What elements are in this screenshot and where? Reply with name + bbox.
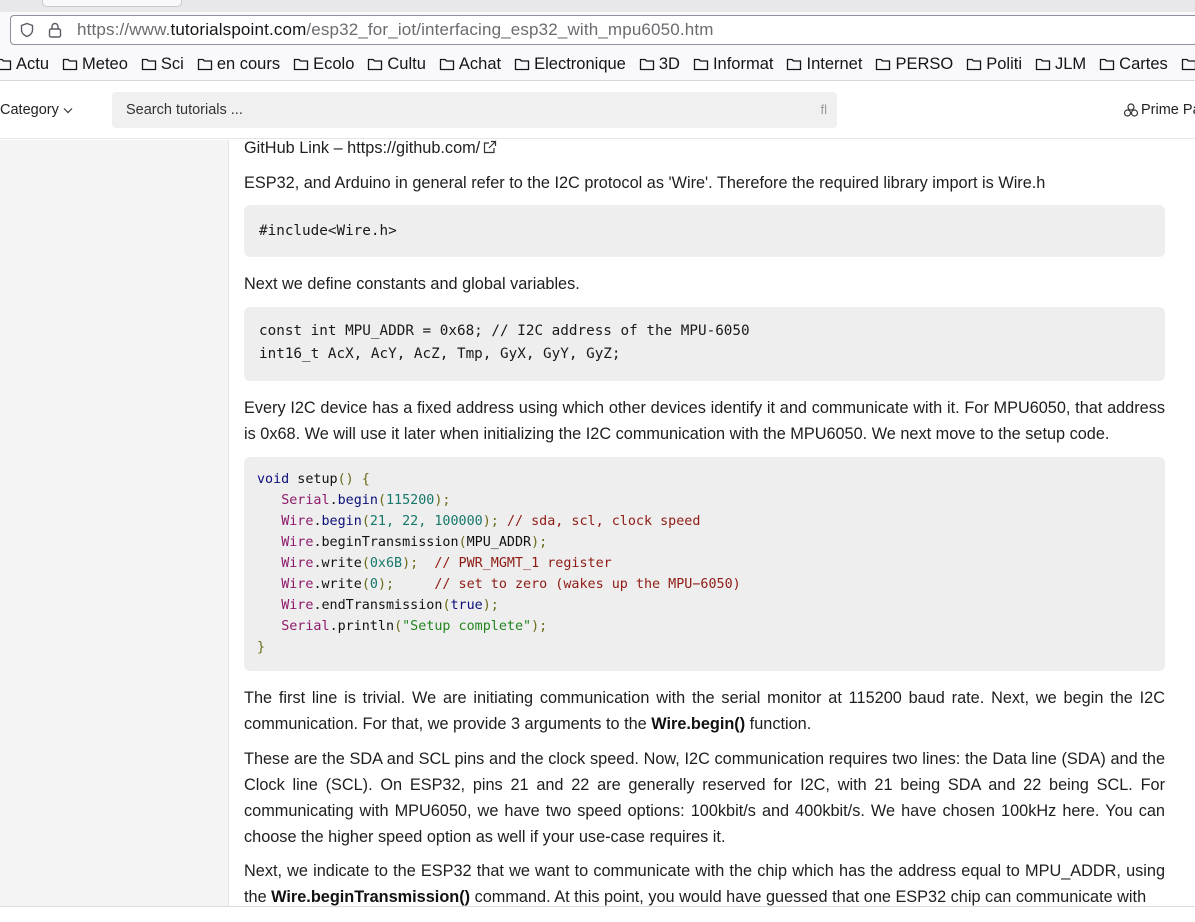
folder-icon xyxy=(141,58,157,71)
constants-code-line-2: int16_t AcX, AcY, AcZ, Tmp, GyX, GyY, Gy… xyxy=(259,346,621,362)
article-content: GitHub Link – https://github.com/ ESP32,… xyxy=(244,140,1165,906)
setup-code-block: void setup() { Serial.begin(115200); Wir… xyxy=(244,457,1165,671)
folder-icon xyxy=(1181,58,1195,71)
constants-code-block: const int MPU_ADDR = 0x68; // I2C addres… xyxy=(244,307,1165,381)
constants-code-line-1: const int MPU_ADDR = 0x68; // I2C addres… xyxy=(259,323,750,339)
category-menu[interactable]: Category xyxy=(0,81,73,139)
bookmark-folder-internet[interactable]: Internet xyxy=(786,55,862,74)
folder-icon xyxy=(967,58,982,71)
prime-pack-icon xyxy=(1123,103,1139,117)
prime-pack-link[interactable]: Prime Pa xyxy=(1123,81,1195,139)
bookmark-folder-meteo[interactable]: Meteo xyxy=(62,55,128,74)
search-input[interactable] xyxy=(126,102,786,118)
folder-icon xyxy=(514,58,530,71)
setup-code-line-2: Serial.begin(115200); xyxy=(281,493,451,508)
browser-tab[interactable] xyxy=(42,0,182,7)
bookmark-label: Politi xyxy=(986,54,1022,73)
bookmark-folder-ecolo[interactable]: Ecolo xyxy=(293,55,354,74)
address-paragraph: Every I2C device has a fixed address usi… xyxy=(244,399,1165,443)
setup-code-line-5: Wire.write(0x6B); // PWR_MGMT_1 register xyxy=(281,556,612,571)
folder-icon xyxy=(0,58,12,71)
github-link[interactable]: https://github.com/ xyxy=(347,140,480,157)
category-label: Category xyxy=(0,102,59,118)
setup-code-line-4: Wire.beginTransmission(MPU_ADDR); xyxy=(281,535,548,550)
sda-scl-paragraph: These are the SDA and SCL pins and the c… xyxy=(244,750,1165,846)
setup-code-line-7: Wire.endTransmission(true); xyxy=(281,598,499,613)
search-box[interactable]: fl xyxy=(112,92,837,128)
begin-transmission-paragraph: Next, we indicate to the ESP32 that we w… xyxy=(244,862,1165,906)
bookmark-folder-perso[interactable]: PERSO xyxy=(875,55,953,74)
bookmark-folder-aero[interactable]: Aero xyxy=(1181,55,1195,74)
folder-icon xyxy=(693,58,709,71)
shield-icon[interactable] xyxy=(19,22,35,38)
setup-code-line-3: Wire.begin(21, 22, 100000); // sda, scl,… xyxy=(281,514,701,529)
github-link-paragraph: GitHub Link – https://github.com/ xyxy=(244,140,1165,161)
page-bottom-edge xyxy=(0,906,1195,922)
setup-code-line-8: Serial.println("Setup complete"); xyxy=(281,619,548,634)
address-bar[interactable]: https://www.tutorialspoint.com/esp32_for… xyxy=(10,15,1195,45)
url-prefix: https://www. xyxy=(77,20,171,39)
folder-icon xyxy=(1100,58,1115,71)
search-shortcut-hint: fl xyxy=(820,102,828,117)
folder-icon xyxy=(787,58,802,71)
external-link-icon[interactable] xyxy=(483,140,497,154)
prime-pack-label: Prime Pa xyxy=(1141,102,1195,118)
bookmark-folder-sci[interactable]: Sci xyxy=(141,55,184,74)
bookmark-label: Cartes xyxy=(1119,54,1168,73)
folder-icon xyxy=(439,58,455,71)
folder-icon xyxy=(639,58,655,71)
folder-icon xyxy=(1035,58,1051,71)
bookmark-folder-cultu[interactable]: Cultu xyxy=(367,55,426,74)
bookmark-folder-achat[interactable]: Achat xyxy=(439,55,501,74)
wire-begin-transmission-code-ref: Wire.beginTransmission() xyxy=(271,888,471,906)
constants-paragraph: Next we define constants and global vari… xyxy=(244,275,580,293)
site-header: Category fl Prime Pa xyxy=(0,81,1195,139)
bookmark-label: Actu xyxy=(16,54,50,73)
bookmark-label: Ecolo xyxy=(313,54,355,73)
wire-begin-code-ref: Wire.begin() xyxy=(651,715,746,733)
bookmark-folder-3d[interactable]: 3D xyxy=(639,55,680,74)
url-host: tutorialspoint.com xyxy=(170,20,307,39)
bookmark-label: Internet xyxy=(806,54,863,73)
setup-code-line-6: Wire.write(0); // set to zero (wakes up … xyxy=(281,577,741,592)
first-line-paragraph: The first line is trivial. We are initia… xyxy=(244,689,1165,733)
lock-icon[interactable] xyxy=(48,22,62,38)
bookmark-label: JLM xyxy=(1055,54,1087,73)
folder-icon xyxy=(876,58,891,71)
url-text[interactable]: https://www.tutorialspoint.com/esp32_for… xyxy=(77,20,714,40)
bookmark-label: Electronique xyxy=(534,54,626,73)
include-code-line: #include<Wire.h> xyxy=(259,223,397,239)
left-sidebar xyxy=(0,140,229,906)
bookmark-folder-informat[interactable]: Informat xyxy=(693,54,774,74)
setup-code-line-9: } xyxy=(257,640,266,655)
bookmark-label: PERSO xyxy=(895,54,954,73)
browser-tab-strip xyxy=(0,0,1195,12)
bookmark-label: 3D xyxy=(658,54,680,73)
url-path: /esp32_for_iot/interfacing_esp32_with_mp… xyxy=(306,20,714,39)
bookmarks-toolbar: Actu Meteo Sci en cours Ecolo Cultu Achat Elect… xyxy=(0,48,1195,81)
setup-code-line-1: void setup() { xyxy=(257,472,370,487)
folder-icon xyxy=(293,58,309,71)
bookmark-label: Meteo xyxy=(82,54,128,73)
bookmark-folder-cartes[interactable]: Cartes xyxy=(1099,55,1168,74)
include-code-block: #include<Wire.h> xyxy=(244,205,1165,257)
bookmark-label: Informat xyxy=(712,54,774,73)
chevron-down-icon xyxy=(63,107,73,113)
bookmark-label: en cours xyxy=(216,54,281,73)
folder-icon xyxy=(197,58,212,71)
wire-paragraph: ESP32, and Arduino in general refer to t… xyxy=(244,174,1046,192)
github-link-prefix: GitHub Link – xyxy=(244,140,348,157)
bookmark-label: Sci xyxy=(160,54,184,73)
bookmark-folder-en-cours[interactable]: en cours xyxy=(197,55,280,74)
folder-icon xyxy=(62,58,78,71)
bookmark-label: Achat xyxy=(458,54,502,73)
bookmark-folder-jlm[interactable]: JLM xyxy=(1035,55,1086,74)
folder-icon xyxy=(368,58,383,71)
browser-toolbar: https://www.tutorialspoint.com/esp32_for… xyxy=(0,12,1195,48)
bookmark-label: Cultu xyxy=(387,54,426,73)
bookmark-folder-politi[interactable]: Politi xyxy=(966,55,1022,74)
bookmark-folder-actu[interactable]: Actu xyxy=(0,55,49,74)
bookmark-folder-electronique[interactable]: Electronique xyxy=(514,55,626,74)
